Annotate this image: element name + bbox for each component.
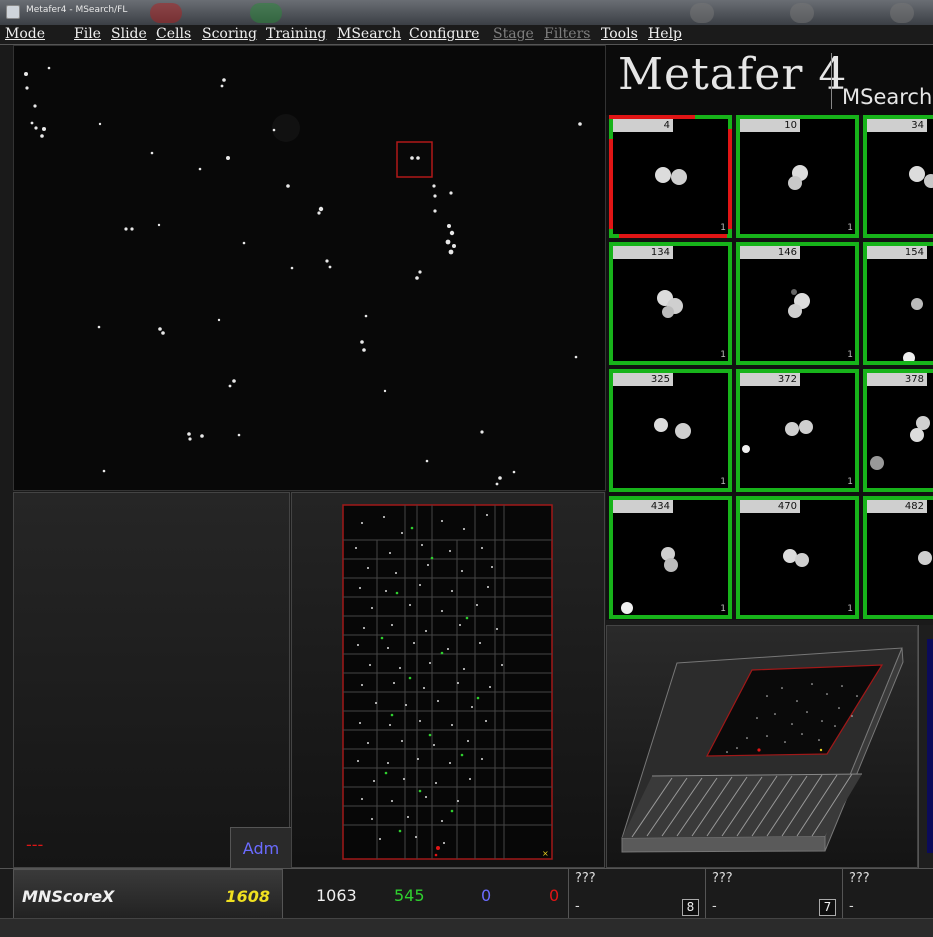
menu-filters[interactable]: Filters [544,26,590,42]
menu-stage[interactable]: Stage [493,26,534,42]
count-summary: 1063 545 0 0 [283,869,568,919]
slide-3d-view[interactable] [607,626,917,867]
window-title: Metafer4 - MSearch/FL [26,5,128,15]
menu-training[interactable]: Training [266,26,326,42]
slide-3d-panel [606,625,918,868]
tile-count: 1 [847,223,853,233]
tile-count: 1 [720,477,726,487]
count-blue: 0 [481,886,492,905]
slide-end-marker: × [542,849,549,858]
gallery-tile[interactable]: 378 [863,369,933,492]
classifier-name: MNScoreX [22,887,115,906]
menu-mode[interactable]: Mode [5,26,45,42]
menu-help[interactable]: Help [648,26,682,42]
tile-count: 1 [847,477,853,487]
app-icon [6,5,20,19]
count-red: 0 [549,886,560,905]
menu-file[interactable]: File [74,26,101,42]
classifier-total: 1608 [225,887,270,906]
menu-tools[interactable]: Tools [601,26,638,42]
brand-divider [831,53,832,109]
selection-box [396,141,433,178]
taskbar-blob-icon [250,3,282,23]
cell-image [783,549,809,567]
brand-name: Metafer 4 [618,49,848,100]
cell-image [909,166,933,188]
tile-count: 1 [720,350,726,360]
gallery-tile[interactable]: 4 1 [609,115,732,238]
menu-cells[interactable]: Cells [156,26,191,42]
cell-image [655,167,687,185]
gallery-tile[interactable]: 470 1 [736,496,859,619]
adm-button[interactable]: Adm [230,827,291,869]
count-white: 1063 [316,886,357,905]
slide-map-panel: × [291,492,605,868]
tile-count: 1 [847,604,853,614]
brand-header: Metafer 4 MSearch [606,45,933,115]
info-panel: --- Adm [13,492,291,869]
slot-title: ??? [849,871,870,886]
info-status-text: --- [26,835,44,854]
status-bar: MNScoreX 1608 1063 545 0 0 ??? - 8 ??? -… [0,868,933,919]
slot-title: ??? [712,871,733,886]
overview-field-svg [24,66,582,486]
slot-detail: - [575,899,580,914]
classifier-box[interactable]: MNScoreX 1608 [13,869,283,919]
status-slot[interactable]: ??? - 8 [568,869,705,919]
gallery-tile[interactable]: 154 [863,242,933,365]
slot-detail: - [712,899,717,914]
slot-detail: - [849,899,854,914]
cell-image [870,416,930,470]
scan-overview-image[interactable] [13,45,606,491]
cell-image [903,298,923,361]
selection-marker [619,234,727,238]
menu-msearch[interactable]: MSearch [337,26,401,42]
side-strip-indicator [927,639,933,853]
cell-image [788,165,808,190]
gallery-tile[interactable]: 134 1 [609,242,732,365]
status-slot[interactable]: ??? - 7 [705,869,842,919]
gallery-tile[interactable]: 146 1 [736,242,859,365]
cell-image [788,289,810,318]
gallery-tile[interactable]: 325 1 [609,369,732,492]
selection-marker [728,129,732,229]
cell-gallery: 4 1 10 1 34 134 1 146 1 154 325 1 372 1 … [606,115,933,620]
side-strip [918,625,933,868]
gallery-tile[interactable]: 372 1 [736,369,859,492]
bottom-strip [0,918,933,937]
taskbar-blob-icon [150,3,182,23]
cell-image [918,551,932,565]
gallery-tile[interactable]: 10 1 [736,115,859,238]
taskbar-blob-icon [890,3,914,23]
gallery-tile[interactable]: 34 [863,115,933,238]
cell-image [654,418,691,439]
taskbar-blob-icon [690,3,714,23]
menu-scoring[interactable]: Scoring [202,26,257,42]
slot-title: ??? [575,871,596,886]
taskbar-blob-icon [790,3,814,23]
slot-number: 7 [819,899,836,916]
tile-count: 1 [847,350,853,360]
brand-module: MSearch [842,85,933,109]
cell-image [621,547,678,614]
slot-number: 8 [682,899,699,916]
cell-dots [24,66,582,486]
menu-configure[interactable]: Configure [409,26,479,42]
tile-count: 1 [720,604,726,614]
count-green: 545 [394,886,425,905]
menu-slide[interactable]: Slide [111,26,147,42]
tile-count: 1 [720,223,726,233]
status-slot[interactable]: ??? - [842,869,933,919]
menu-bar: Mode File Slide Cells Scoring Training M… [0,25,933,45]
gallery-tile[interactable]: 482 [863,496,933,619]
cell-image [657,290,683,318]
cell-image [742,420,813,453]
gallery-tile[interactable]: 434 1 [609,496,732,619]
slide-map[interactable]: × [292,493,604,867]
window-titlebar: Metafer4 - MSearch/FL [0,0,933,25]
